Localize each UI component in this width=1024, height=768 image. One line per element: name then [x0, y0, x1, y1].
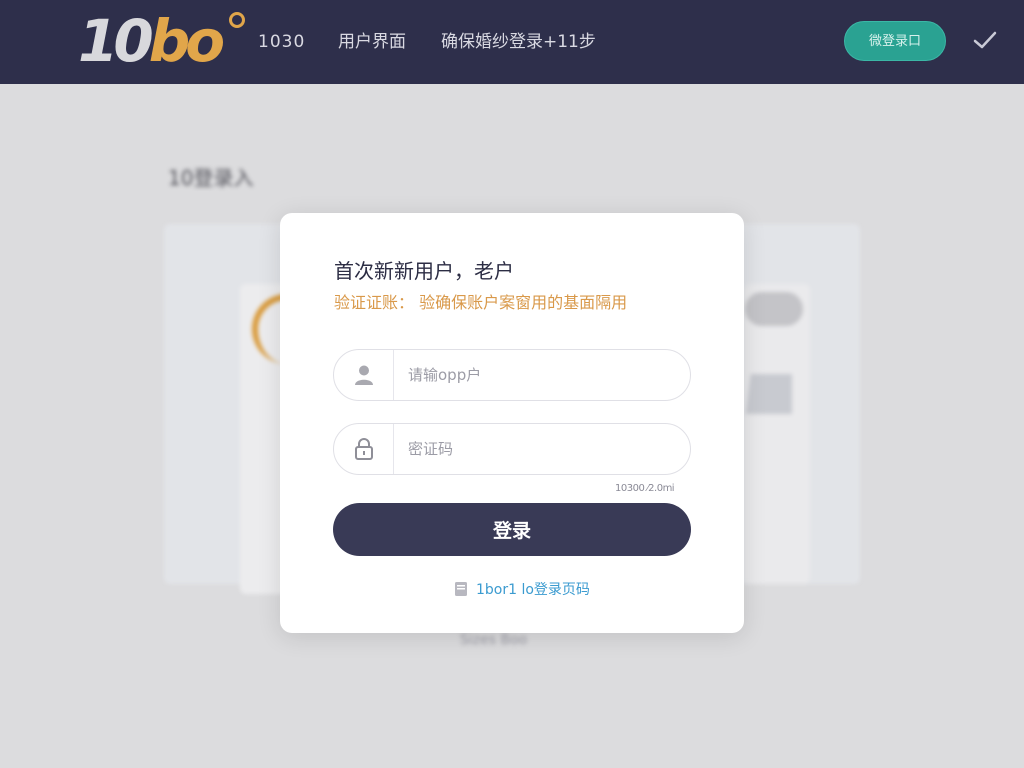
logo-main-text: 10	[78, 7, 154, 75]
modal-title: 首次新新用户，老户	[334, 259, 514, 283]
nav-item-1030[interactable]: 1030	[258, 31, 305, 53]
user-icon	[334, 350, 394, 400]
nav-item-login-steps[interactable]: 确保婚纱登录+11步	[441, 31, 596, 53]
username-input[interactable]	[396, 350, 682, 400]
username-field[interactable]	[333, 349, 691, 401]
check-icon[interactable]	[972, 28, 998, 52]
field-hint: 10300 ⁄2.0mi	[615, 483, 675, 494]
modal-subtitle: 验证证账： 验确保账户案窗用的基面隔用	[334, 293, 628, 312]
password-field[interactable]	[333, 423, 691, 475]
password-input[interactable]	[396, 424, 682, 474]
nav-item-user-interface[interactable]: 用户界面	[338, 31, 406, 53]
login-page-link[interactable]: 1bor1 lo登录页码	[454, 579, 590, 599]
header-login-button[interactable]: 微登录口	[844, 21, 946, 61]
background-footer-text: Sizes Boo	[460, 632, 528, 648]
login-page-link-text[interactable]: 1bor1 lo登录页码	[476, 579, 590, 599]
top-navbar: 10bo 1030 用户界面 确保婚纱登录+11步 微登录口	[0, 0, 1024, 84]
document-icon	[455, 582, 467, 596]
logo-badge-icon	[229, 12, 245, 28]
login-modal: 首次新新用户，老户 验证证账： 验确保账户案窗用的基面隔用 10300 ⁄2.0…	[280, 213, 744, 633]
login-button[interactable]: 登录	[333, 503, 691, 556]
lock-icon	[334, 424, 394, 474]
background-shape	[746, 374, 792, 414]
brand-logo[interactable]: 10bo	[78, 7, 225, 75]
background-card-right	[744, 284, 810, 584]
cloud-icon	[745, 292, 803, 326]
background-heading: 10登录入	[168, 166, 254, 190]
logo-accent-text: bo	[148, 7, 225, 75]
